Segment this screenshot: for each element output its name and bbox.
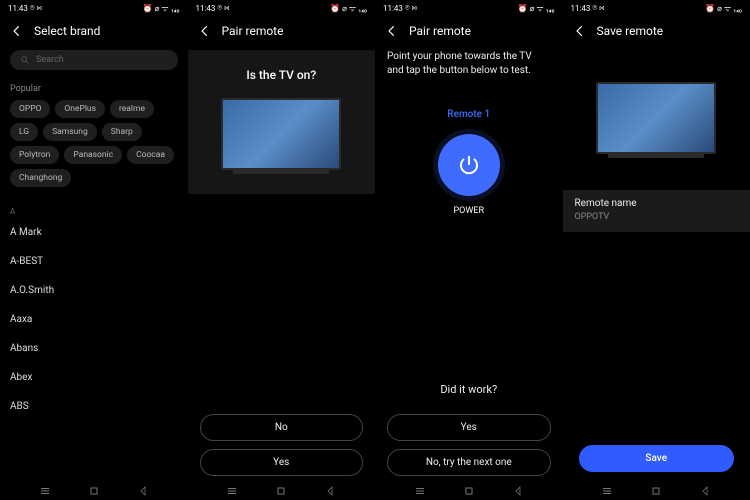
page-title: Pair remote — [409, 24, 471, 38]
header-bar: Pair remote — [375, 16, 563, 46]
brand-chip[interactable]: Sharp — [102, 123, 142, 141]
status-icons-right: ⏰ ⌀ ᯤ ₁₄₀ — [518, 3, 555, 14]
brand-list-item[interactable]: A-BEST — [0, 247, 188, 276]
popular-label: Popular — [10, 84, 178, 94]
header-bar: Save remote — [563, 16, 750, 46]
no-button[interactable]: No — [200, 414, 364, 441]
back-icon[interactable] — [573, 24, 587, 38]
power-label: POWER — [375, 206, 563, 216]
tv-illustration-wrap — [563, 46, 750, 184]
search-icon — [20, 55, 30, 65]
brand-list-item[interactable]: A.O.Smith — [0, 276, 188, 305]
nav-bar — [563, 482, 750, 500]
page-title: Pair remote — [222, 24, 284, 38]
brand-list-item[interactable]: ABS — [0, 392, 188, 421]
did-it-work-text: Did it work? — [387, 383, 551, 396]
status-bar: 11:43 ⌾ ⋈ ⏰ ⌀ ᯤ ₁₄₀ — [375, 0, 563, 16]
clock: 11:43 — [383, 4, 403, 13]
instructions-text: Point your phone towards the TV and tap … — [375, 46, 563, 87]
screen-select-brand: 11:43 ⌾ ⋈ ⏰ ⌀ ᯤ ₁₄₀ Select brand Search … — [0, 0, 188, 500]
confirm-buttons: No Yes — [188, 414, 376, 476]
yes-button[interactable]: Yes — [200, 449, 364, 476]
save-button-wrap: Save — [563, 445, 750, 472]
group-a-label: A — [10, 207, 178, 216]
tv-illustration — [596, 82, 716, 154]
tv-illustration — [221, 98, 341, 170]
nav-back-icon[interactable] — [324, 485, 336, 497]
nav-bar — [188, 482, 376, 500]
status-icons-left: ⌾ ⋈ — [30, 3, 42, 13]
nav-back-icon[interactable] — [512, 485, 524, 497]
tv-prompt: Is the TV on? — [188, 50, 376, 194]
back-icon[interactable] — [385, 24, 399, 38]
confirm-buttons: Did it work? Yes No, try the next one — [375, 383, 563, 476]
brand-list-item[interactable]: Aaxa — [0, 305, 188, 334]
screen-pair-remote-1: 11:43 ⌾ ⋈ ⏰ ⌀ ᯤ ₁₄₀ Pair remote Is the T… — [188, 0, 376, 500]
nav-back-icon[interactable] — [137, 485, 149, 497]
status-icons-right: ⏰ ⌀ ᯤ ₁₄₀ — [143, 3, 180, 14]
clock: 11:43 — [8, 4, 28, 13]
status-icons-left: ⌾ ⋈ — [405, 3, 417, 13]
back-icon[interactable] — [198, 24, 212, 38]
header-bar: Select brand — [0, 16, 188, 46]
status-bar: 11:43 ⌾ ⋈ ⏰ ⌀ ᯤ ₁₄₀ — [188, 0, 376, 16]
header-bar: Pair remote — [188, 16, 376, 46]
nav-back-icon[interactable] — [699, 485, 711, 497]
back-icon[interactable] — [10, 24, 24, 38]
brand-chip[interactable]: Coocaa — [127, 146, 174, 164]
brand-chip[interactable]: Panasonic — [64, 146, 122, 164]
clock: 11:43 — [571, 4, 591, 13]
brand-chip[interactable]: Samsung — [43, 123, 97, 141]
prompt-text: Is the TV on? — [246, 68, 316, 82]
remote-name-value: OPPOTV — [575, 212, 739, 222]
brand-chip[interactable]: OPPO — [10, 100, 50, 118]
nav-bar — [0, 482, 188, 500]
nav-home-icon[interactable] — [463, 485, 475, 497]
page-title: Select brand — [34, 24, 100, 38]
nav-bar — [375, 482, 563, 500]
screen-pair-remote-2: 11:43 ⌾ ⋈ ⏰ ⌀ ᯤ ₁₄₀ Pair remote Point yo… — [375, 0, 563, 500]
brand-chip[interactable]: Polytron — [10, 146, 59, 164]
nav-menu-icon[interactable] — [39, 485, 51, 497]
no-next-button[interactable]: No, try the next one — [387, 449, 551, 476]
brand-chip[interactable]: Changhong — [10, 169, 71, 187]
save-button[interactable]: Save — [579, 445, 735, 472]
status-bar: 11:43 ⌾ ⋈ ⏰ ⌀ ᯤ ₁₄₀ — [563, 0, 750, 16]
nav-menu-icon[interactable] — [414, 485, 426, 497]
nav-home-icon[interactable] — [88, 485, 100, 497]
remote-name-label: Remote name — [575, 198, 739, 209]
remote-name-field[interactable]: Remote name OPPOTV — [563, 190, 750, 232]
search-placeholder: Search — [36, 55, 64, 65]
brand-list-item[interactable]: A Mark — [0, 218, 188, 247]
search-input[interactable]: Search — [10, 50, 178, 70]
nav-menu-icon[interactable] — [601, 485, 613, 497]
power-button[interactable] — [438, 134, 500, 196]
nav-menu-icon[interactable] — [226, 485, 238, 497]
yes-button[interactable]: Yes — [387, 414, 551, 441]
status-icons-left: ⌾ ⋈ — [217, 3, 229, 13]
brand-list-item[interactable]: Abans — [0, 334, 188, 363]
remote-label: Remote 1 — [375, 109, 563, 120]
nav-home-icon[interactable] — [650, 485, 662, 497]
page-title: Save remote — [597, 24, 664, 38]
nav-home-icon[interactable] — [275, 485, 287, 497]
status-icons-right: ⏰ ⌀ ᯤ ₁₄₀ — [705, 3, 742, 14]
clock: 11:43 — [196, 4, 216, 13]
popular-chips: OPPO OnePlus realme LG Samsung Sharp Pol… — [0, 100, 188, 193]
screen-save-remote: 11:43 ⌾ ⋈ ⏰ ⌀ ᯤ ₁₄₀ Save remote Remote n… — [563, 0, 750, 500]
brand-chip[interactable]: LG — [10, 123, 38, 141]
brand-chip[interactable]: OnePlus — [55, 100, 105, 118]
status-icons-right: ⏰ ⌀ ᯤ ₁₄₀ — [330, 3, 367, 14]
status-icons-left: ⌾ ⋈ — [592, 3, 604, 13]
power-icon — [457, 153, 481, 177]
status-bar: 11:43 ⌾ ⋈ ⏰ ⌀ ᯤ ₁₄₀ — [0, 0, 188, 16]
brand-chip[interactable]: realme — [110, 100, 154, 118]
brand-list-item[interactable]: Abex — [0, 363, 188, 392]
